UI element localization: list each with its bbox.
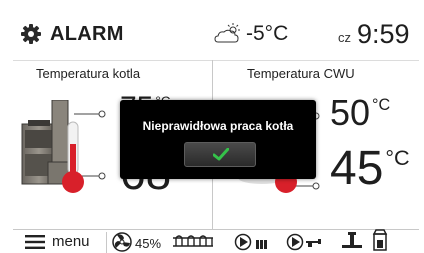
pump-radiator-icon — [234, 233, 267, 251]
boiler-temperature-title: Temperatura kotla — [36, 66, 141, 81]
checkmark-icon — [213, 148, 229, 161]
header-divider — [13, 60, 419, 61]
fan-speed-value: 45% — [135, 236, 162, 251]
header: ALARM -5°C cz 9:59 — [0, 0, 424, 62]
weekday: cz — [338, 30, 351, 45]
heater-icon — [173, 235, 213, 247]
menu-icon[interactable] — [24, 234, 46, 250]
confirm-button[interactable] — [184, 142, 256, 167]
hot-water-current-temperature: 45°C — [330, 145, 410, 193]
outdoor-temperature: -5°C — [246, 22, 289, 45]
alarm-message: Nieprawidłowa praca kotła — [142, 119, 294, 133]
tap-icon — [342, 232, 362, 248]
hot-water-current-temperature-unit: °C — [385, 145, 410, 170]
gear-icon[interactable] — [21, 24, 41, 44]
bottom-bar-separator — [106, 232, 107, 253]
menu-button[interactable]: menu — [52, 233, 90, 250]
fan-icon — [112, 232, 132, 252]
alarm-dialog: Nieprawidłowa praca kotła — [120, 100, 316, 179]
boiler-controller-screen: ALARM -5°C cz 9:59 Temperatura kotla Tem… — [0, 0, 424, 253]
pellet-feeder-icon — [372, 229, 388, 251]
boiler-thermometer-icon — [62, 110, 106, 193]
clock-time: 9:59 — [357, 19, 410, 49]
hot-water-set-temperature-value: 50 — [330, 92, 371, 133]
hot-water-temperature-title: Temperatura CWU — [247, 66, 355, 81]
hot-water-current-temperature-value: 45 — [330, 142, 384, 195]
pump-tap-icon — [286, 233, 321, 251]
hot-water-set-temperature-unit: °C — [372, 96, 391, 114]
alarm-title[interactable]: ALARM — [50, 23, 124, 46]
hot-water-set-temperature: 50 °C — [330, 95, 390, 131]
weather-partly-cloudy-icon — [214, 23, 240, 43]
